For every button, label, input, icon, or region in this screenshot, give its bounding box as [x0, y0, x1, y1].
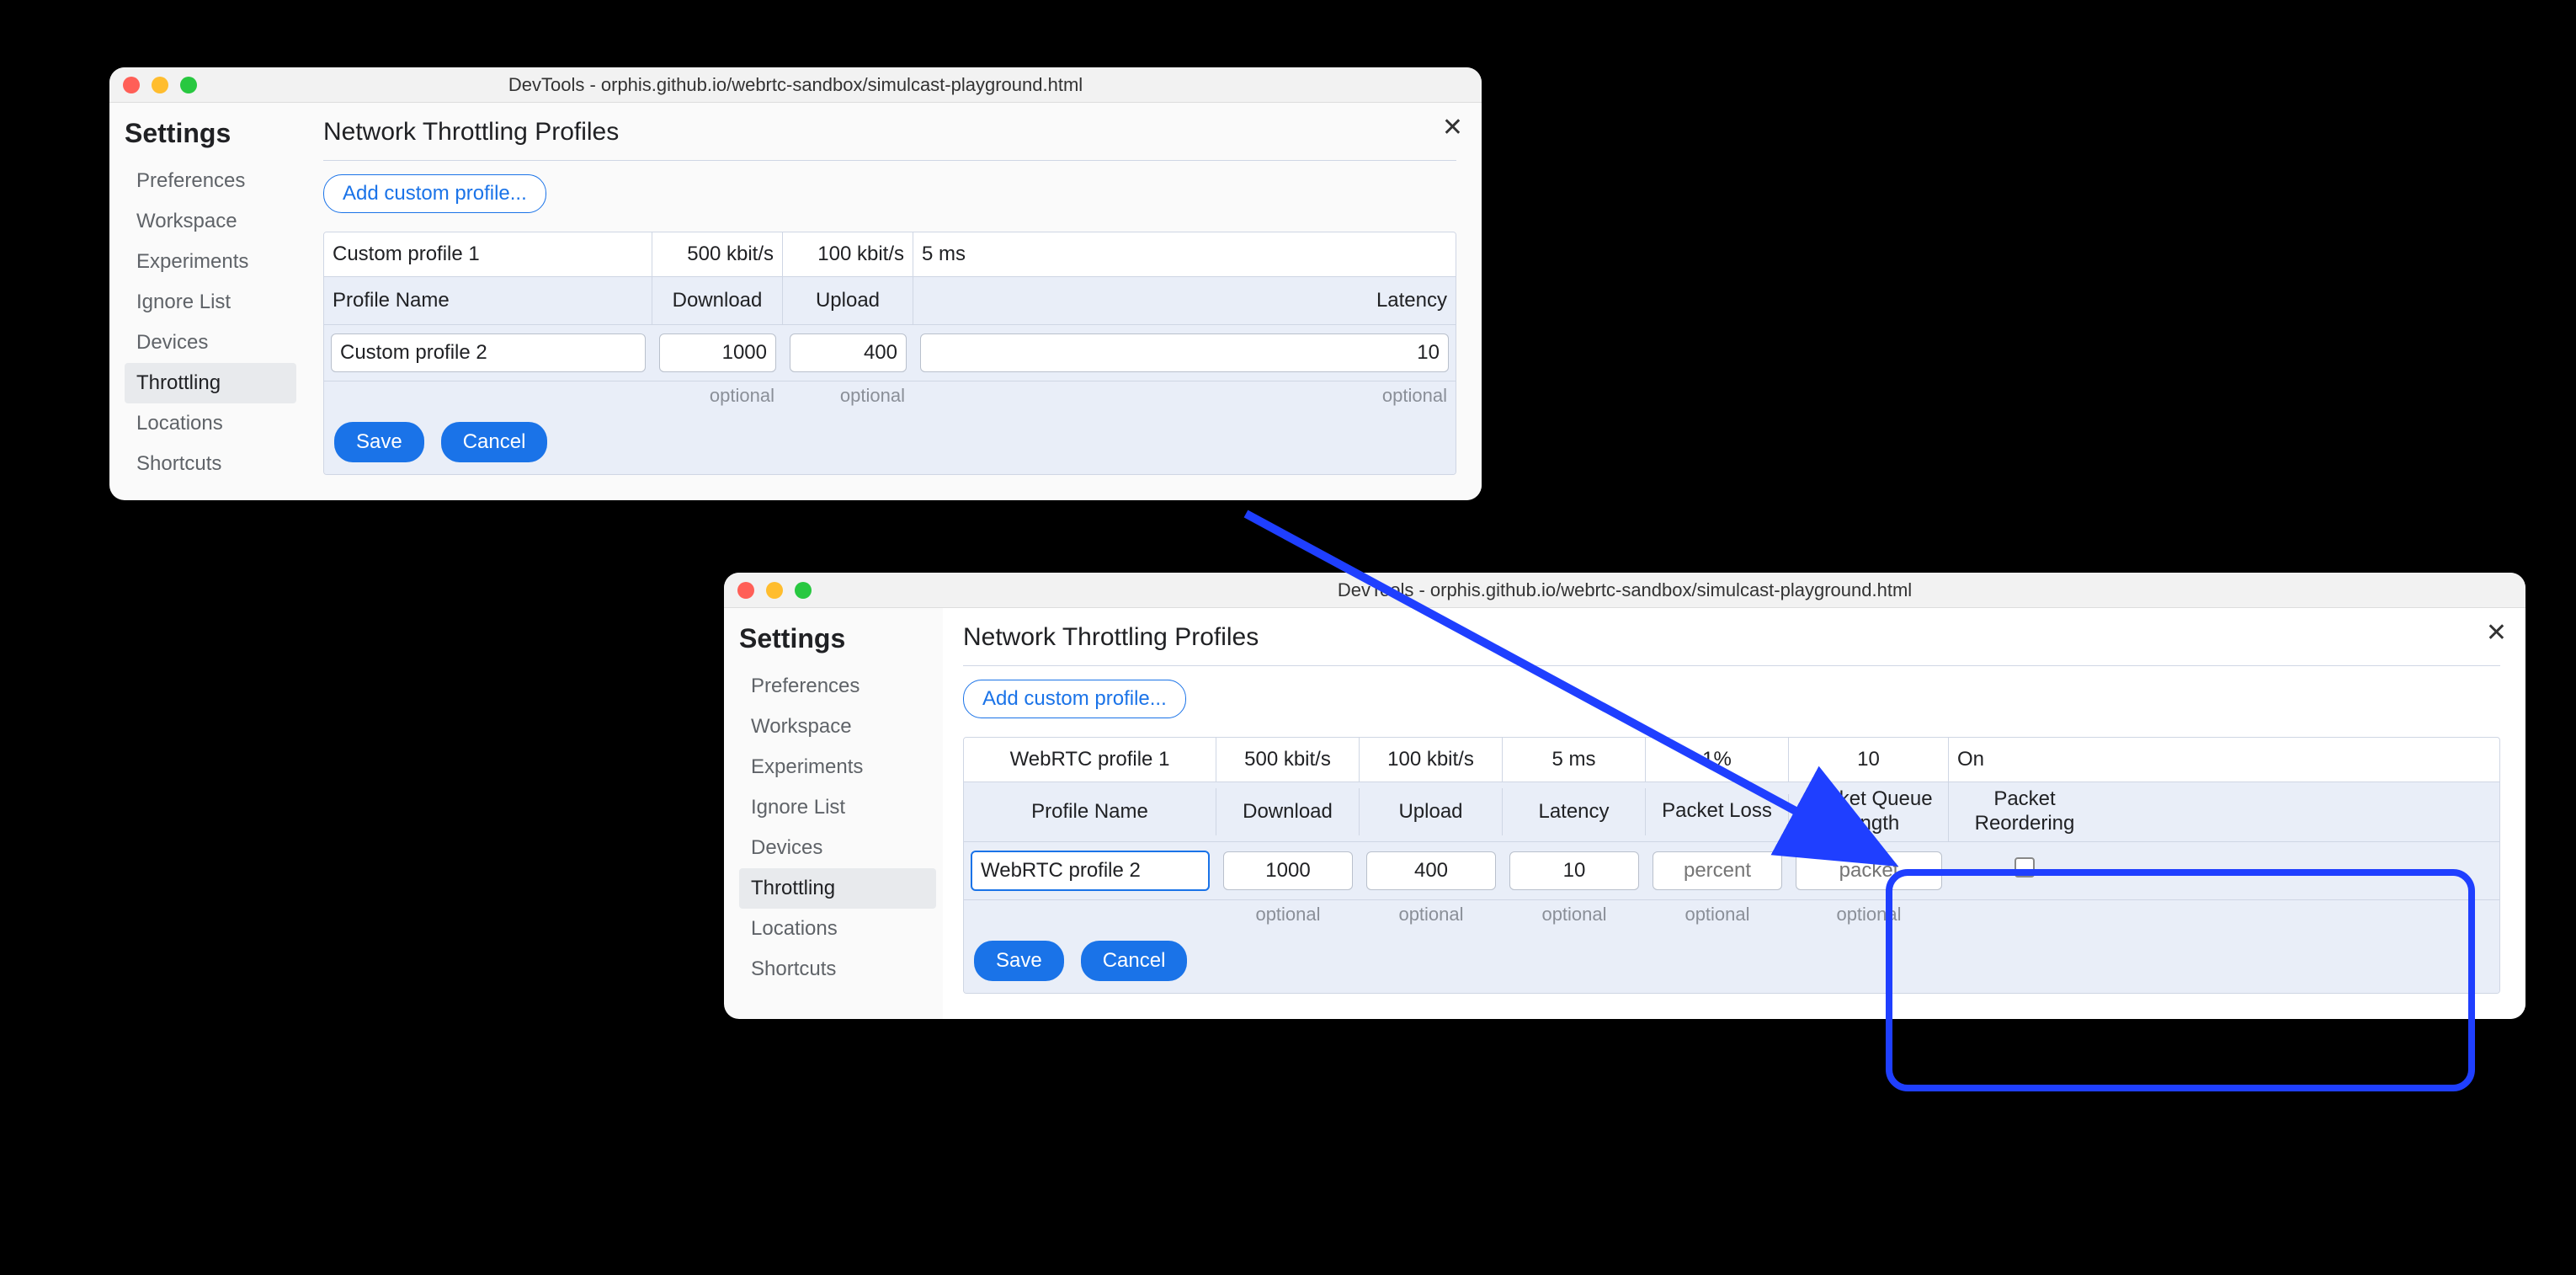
profile-latency-cell: 5 ms [913, 232, 1456, 276]
packetloss-input[interactable] [1653, 851, 1782, 890]
profile-row[interactable]: Custom profile 1 500 kbit/s 100 kbit/s 5… [324, 232, 1456, 277]
save-button[interactable]: Save [334, 422, 424, 462]
packetreorder-checkbox[interactable] [2014, 857, 2035, 878]
header-upload: Upload [1360, 788, 1503, 835]
button-row: Save Cancel [964, 929, 2499, 993]
add-custom-profile-button[interactable]: Add custom profile... [963, 680, 1186, 718]
main-pane: ✕ Network Throttling Profiles Add custom… [943, 608, 2525, 1019]
sidebar-item-preferences[interactable]: Preferences [739, 666, 936, 707]
header-profile-name: Profile Name [964, 788, 1216, 835]
sidebar-item-ignorelist[interactable]: Ignore List [125, 282, 296, 323]
latency-input[interactable] [920, 333, 1449, 372]
hint-upload: optional [1360, 900, 1503, 929]
sidebar-item-devices[interactable]: Devices [125, 323, 296, 363]
sidebar-item-shortcuts[interactable]: Shortcuts [125, 444, 296, 484]
hints-row: optional optional optional [324, 381, 1456, 410]
profile-download-cell: 500 kbit/s [1216, 738, 1360, 782]
header-latency: Latency [1503, 788, 1646, 835]
close-icon[interactable]: ✕ [1442, 113, 1463, 142]
titlebar: DevTools - orphis.github.io/webrtc-sandb… [109, 67, 1482, 103]
profile-row[interactable]: WebRTC profile 1 500 kbit/s 100 kbit/s 5… [964, 738, 2499, 782]
sidebar-item-workspace[interactable]: Workspace [125, 201, 296, 242]
sidebar-item-experiments[interactable]: Experiments [125, 242, 296, 282]
sidebar-item-shortcuts[interactable]: Shortcuts [739, 949, 936, 990]
close-icon[interactable]: ✕ [2486, 618, 2507, 648]
profile-name-input[interactable] [331, 333, 646, 372]
hints-row: optional optional optional optional opti… [964, 900, 2499, 929]
sidebar-item-throttling[interactable]: Throttling [739, 868, 936, 909]
column-headers: Profile Name Download Upload Latency Pac… [964, 782, 2499, 842]
hint-packetloss: optional [1646, 900, 1789, 929]
save-button[interactable]: Save [974, 941, 1064, 981]
profile-name-cell: WebRTC profile 1 [964, 738, 1216, 782]
column-headers: Profile Name Download Upload Latency [324, 277, 1456, 325]
header-download: Download [652, 277, 783, 324]
profiles-panel: Custom profile 1 500 kbit/s 100 kbit/s 5… [323, 232, 1456, 475]
cancel-button[interactable]: Cancel [441, 422, 548, 462]
button-row: Save Cancel [324, 410, 1456, 474]
hint-packetqueue: optional [1789, 900, 1949, 929]
latency-input[interactable] [1509, 851, 1639, 890]
header-packetreorder: Packet Reordering [1949, 782, 2100, 841]
cancel-button[interactable]: Cancel [1081, 941, 1188, 981]
profile-name-input[interactable] [971, 851, 1210, 891]
editor-row [964, 842, 2499, 900]
page-title: Network Throttling Profiles [963, 623, 2500, 666]
upload-input[interactable] [790, 333, 907, 372]
settings-sidebar: Settings Preferences Workspace Experimen… [109, 103, 303, 500]
profile-packetqueue-cell: 10 [1789, 738, 1949, 782]
sidebar-item-workspace[interactable]: Workspace [739, 707, 936, 747]
header-packetqueue: Packet Queue Length [1789, 782, 1949, 841]
download-input[interactable] [1223, 851, 1353, 890]
profile-download-cell: 500 kbit/s [652, 232, 783, 276]
header-download: Download [1216, 788, 1360, 835]
profiles-panel: WebRTC profile 1 500 kbit/s 100 kbit/s 5… [963, 737, 2500, 994]
titlebar: DevTools - orphis.github.io/webrtc-sandb… [724, 573, 2525, 608]
header-latency: Latency [913, 277, 1456, 324]
profile-packetreorder-cell: On [1949, 738, 2100, 782]
profile-name-cell: Custom profile 1 [324, 232, 652, 276]
hint-latency: optional [1503, 900, 1646, 929]
profile-packetloss-cell: 1% [1646, 738, 1789, 782]
sidebar-item-ignorelist[interactable]: Ignore List [739, 787, 936, 828]
sidebar-item-preferences[interactable]: Preferences [125, 161, 296, 201]
hint-upload: optional [783, 381, 913, 410]
sidebar-item-locations[interactable]: Locations [125, 403, 296, 444]
header-upload: Upload [783, 277, 913, 324]
devtools-window-after: DevTools - orphis.github.io/webrtc-sandb… [724, 573, 2525, 1019]
profile-upload-cell: 100 kbit/s [783, 232, 913, 276]
main-pane: ✕ Network Throttling Profiles Add custom… [303, 103, 1482, 500]
settings-heading: Settings [125, 118, 296, 149]
sidebar-item-throttling[interactable]: Throttling [125, 363, 296, 403]
sidebar-item-devices[interactable]: Devices [739, 828, 936, 868]
packetqueue-input[interactable] [1796, 851, 1942, 890]
hint-download: optional [1216, 900, 1360, 929]
add-custom-profile-button[interactable]: Add custom profile... [323, 174, 546, 213]
sidebar-item-experiments[interactable]: Experiments [739, 747, 936, 787]
header-packetloss: Packet Loss [1646, 794, 1789, 829]
devtools-window-before: DevTools - orphis.github.io/webrtc-sandb… [109, 67, 1482, 500]
settings-heading: Settings [739, 623, 936, 654]
editor-row [324, 325, 1456, 381]
sidebar-item-locations[interactable]: Locations [739, 909, 936, 949]
header-profile-name: Profile Name [324, 277, 652, 324]
profile-latency-cell: 5 ms [1503, 738, 1646, 782]
page-title: Network Throttling Profiles [323, 118, 1456, 161]
window-title: DevTools - orphis.github.io/webrtc-sandb… [724, 579, 2525, 601]
settings-sidebar: Settings Preferences Workspace Experimen… [724, 608, 943, 1019]
profile-upload-cell: 100 kbit/s [1360, 738, 1503, 782]
download-input[interactable] [659, 333, 776, 372]
hint-download: optional [652, 381, 783, 410]
upload-input[interactable] [1366, 851, 1496, 890]
window-title: DevTools - orphis.github.io/webrtc-sandb… [109, 74, 1482, 96]
hint-latency: optional [913, 381, 1456, 410]
